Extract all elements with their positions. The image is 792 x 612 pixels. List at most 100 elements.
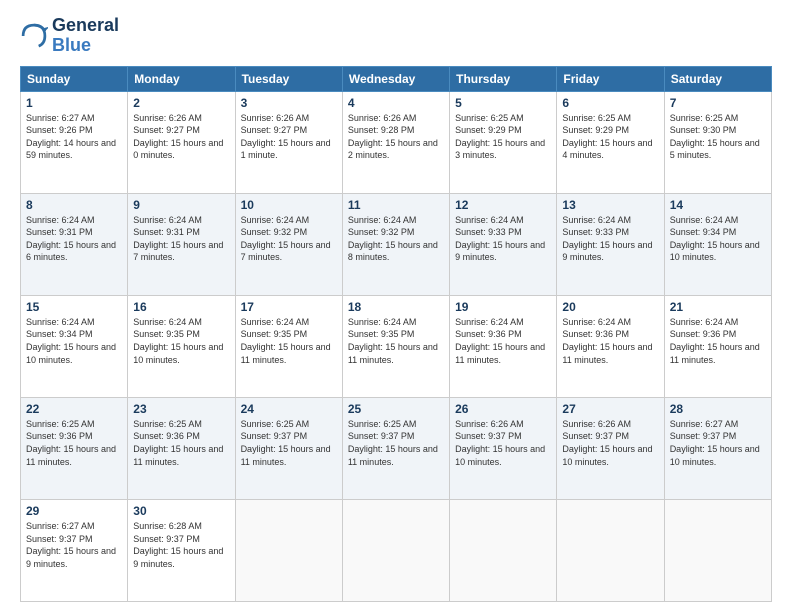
day-info: Sunrise: 6:24 AMSunset: 9:34 PMDaylight:… [26, 316, 122, 366]
calendar-cell: 20 Sunrise: 6:24 AMSunset: 9:36 PMDayligh… [557, 295, 664, 397]
day-number: 25 [348, 402, 444, 416]
calendar-cell: 6Sunrise: 6:25 AMSunset: 9:29 PMDaylight… [557, 91, 664, 193]
calendar-cell [450, 499, 557, 601]
day-number: 30 [133, 504, 229, 518]
day-number: 21 [670, 300, 766, 314]
calendar-cell: 5Sunrise: 6:25 AMSunset: 9:29 PMDaylight… [450, 91, 557, 193]
calendar-cell: 12 Sunrise: 6:24 AMSunset: 9:33 PMDayligh… [450, 193, 557, 295]
logo-text: General Blue [52, 16, 119, 56]
calendar-cell: 16 Sunrise: 6:24 AMSunset: 9:35 PMDayligh… [128, 295, 235, 397]
day-number: 20 [562, 300, 658, 314]
calendar-cell [557, 499, 664, 601]
day-number: 16 [133, 300, 229, 314]
calendar-header-row: SundayMondayTuesdayWednesdayThursdayFrid… [21, 66, 772, 91]
calendar-cell: 15 Sunrise: 6:24 AMSunset: 9:34 PMDayligh… [21, 295, 128, 397]
day-info: Sunrise: 6:24 AMSunset: 9:34 PMDaylight:… [670, 214, 766, 264]
day-info: Sunrise: 6:24 AMSunset: 9:33 PMDaylight:… [562, 214, 658, 264]
calendar-cell: 1 Sunrise: 6:27 AMSunset: 9:26 PMDaylight… [21, 91, 128, 193]
calendar-week-4: 22 Sunrise: 6:25 AMSunset: 9:36 PMDayligh… [21, 397, 772, 499]
logo-icon [20, 22, 48, 50]
calendar-cell: 9 Sunrise: 6:24 AMSunset: 9:31 PMDaylight… [128, 193, 235, 295]
day-info: Sunrise: 6:26 AMSunset: 9:27 PMDaylight:… [133, 112, 229, 162]
day-info: Sunrise: 6:26 AMSunset: 9:28 PMDaylight:… [348, 112, 444, 162]
day-info: Sunrise: 6:24 AMSunset: 9:36 PMDaylight:… [562, 316, 658, 366]
calendar-week-1: 1 Sunrise: 6:27 AMSunset: 9:26 PMDaylight… [21, 91, 772, 193]
calendar-header-wednesday: Wednesday [342, 66, 449, 91]
calendar-cell: 26Sunrise: 6:26 AMSunset: 9:37 PMDayligh… [450, 397, 557, 499]
day-info: Sunrise: 6:25 AMSunset: 9:36 PMDaylight:… [26, 418, 122, 468]
calendar-cell: 23 Sunrise: 6:25 AMSunset: 9:36 PMDayligh… [128, 397, 235, 499]
calendar-cell: 4 Sunrise: 6:26 AMSunset: 9:28 PMDaylight… [342, 91, 449, 193]
calendar-cell: 8 Sunrise: 6:24 AMSunset: 9:31 PMDaylight… [21, 193, 128, 295]
calendar-header-thursday: Thursday [450, 66, 557, 91]
calendar-week-5: 29 Sunrise: 6:27 AMSunset: 9:37 PMDayligh… [21, 499, 772, 601]
day-number: 22 [26, 402, 122, 416]
day-info: Sunrise: 6:24 AMSunset: 9:35 PMDaylight:… [133, 316, 229, 366]
day-number: 23 [133, 402, 229, 416]
day-number: 17 [241, 300, 337, 314]
day-info: Sunrise: 6:24 AMSunset: 9:31 PMDaylight:… [133, 214, 229, 264]
calendar-cell: 30 Sunrise: 6:28 AMSunset: 9:37 PMDayligh… [128, 499, 235, 601]
page: General Blue SundayMondayTuesdayWednesda… [0, 0, 792, 612]
day-info: Sunrise: 6:26 AMSunset: 9:37 PMDaylight:… [562, 418, 658, 468]
day-number: 8 [26, 198, 122, 212]
day-info: Sunrise: 6:26 AMSunset: 9:27 PMDaylight:… [241, 112, 337, 162]
calendar-cell: 3 Sunrise: 6:26 AMSunset: 9:27 PMDaylight… [235, 91, 342, 193]
calendar-body: 1 Sunrise: 6:27 AMSunset: 9:26 PMDaylight… [21, 91, 772, 601]
header: General Blue [20, 16, 772, 56]
day-number: 18 [348, 300, 444, 314]
day-number: 3 [241, 96, 337, 110]
calendar-header-sunday: Sunday [21, 66, 128, 91]
day-info: Sunrise: 6:24 AMSunset: 9:33 PMDaylight:… [455, 214, 551, 264]
day-number: 9 [133, 198, 229, 212]
calendar-cell: 27 Sunrise: 6:26 AMSunset: 9:37 PMDayligh… [557, 397, 664, 499]
day-info: Sunrise: 6:27 AMSunset: 9:37 PMDaylight:… [26, 520, 122, 570]
day-number: 14 [670, 198, 766, 212]
calendar-header-saturday: Saturday [664, 66, 771, 91]
calendar-cell: 19 Sunrise: 6:24 AMSunset: 9:36 PMDayligh… [450, 295, 557, 397]
day-info: Sunrise: 6:28 AMSunset: 9:37 PMDaylight:… [133, 520, 229, 570]
day-info: Sunrise: 6:25 AMSunset: 9:36 PMDaylight:… [133, 418, 229, 468]
calendar-cell: 7 Sunrise: 6:25 AMSunset: 9:30 PMDaylight… [664, 91, 771, 193]
calendar-cell: 21 Sunrise: 6:24 AMSunset: 9:36 PMDayligh… [664, 295, 771, 397]
day-info: Sunrise: 6:25 AMSunset: 9:37 PMDaylight:… [348, 418, 444, 468]
day-number: 4 [348, 96, 444, 110]
calendar-header-friday: Friday [557, 66, 664, 91]
calendar-cell: 29 Sunrise: 6:27 AMSunset: 9:37 PMDayligh… [21, 499, 128, 601]
calendar-cell: 22 Sunrise: 6:25 AMSunset: 9:36 PMDayligh… [21, 397, 128, 499]
day-info: Sunrise: 6:25 AMSunset: 9:30 PMDaylight:… [670, 112, 766, 162]
calendar-cell: 2 Sunrise: 6:26 AMSunset: 9:27 PMDaylight… [128, 91, 235, 193]
calendar-cell: 10Sunrise: 6:24 AMSunset: 9:32 PMDayligh… [235, 193, 342, 295]
day-info: Sunrise: 6:27 AMSunset: 9:37 PMDaylight:… [670, 418, 766, 468]
day-number: 24 [241, 402, 337, 416]
logo: General Blue [20, 16, 119, 56]
day-number: 2 [133, 96, 229, 110]
day-number: 28 [670, 402, 766, 416]
day-info: Sunrise: 6:24 AMSunset: 9:32 PMDaylight:… [241, 214, 337, 264]
calendar-cell: 13 Sunrise: 6:24 AMSunset: 9:33 PMDayligh… [557, 193, 664, 295]
day-number: 1 [26, 96, 122, 110]
day-info: Sunrise: 6:24 AMSunset: 9:35 PMDaylight:… [241, 316, 337, 366]
calendar-cell [342, 499, 449, 601]
calendar-cell: 14 Sunrise: 6:24 AMSunset: 9:34 PMDayligh… [664, 193, 771, 295]
day-number: 5 [455, 96, 551, 110]
calendar-week-2: 8 Sunrise: 6:24 AMSunset: 9:31 PMDaylight… [21, 193, 772, 295]
calendar-table: SundayMondayTuesdayWednesdayThursdayFrid… [20, 66, 772, 602]
day-info: Sunrise: 6:24 AMSunset: 9:36 PMDaylight:… [670, 316, 766, 366]
day-number: 13 [562, 198, 658, 212]
day-number: 11 [348, 198, 444, 212]
calendar-cell: 11 Sunrise: 6:24 AMSunset: 9:32 PMDayligh… [342, 193, 449, 295]
day-info: Sunrise: 6:24 AMSunset: 9:31 PMDaylight:… [26, 214, 122, 264]
day-info: Sunrise: 6:26 AMSunset: 9:37 PMDaylight:… [455, 418, 551, 468]
day-info: Sunrise: 6:24 AMSunset: 9:36 PMDaylight:… [455, 316, 551, 366]
calendar-cell: 18Sunrise: 6:24 AMSunset: 9:35 PMDayligh… [342, 295, 449, 397]
day-number: 19 [455, 300, 551, 314]
day-number: 15 [26, 300, 122, 314]
day-info: Sunrise: 6:24 AMSunset: 9:32 PMDaylight:… [348, 214, 444, 264]
day-number: 29 [26, 504, 122, 518]
day-number: 12 [455, 198, 551, 212]
day-info: Sunrise: 6:27 AMSunset: 9:26 PMDaylight:… [26, 112, 122, 162]
day-info: Sunrise: 6:25 AMSunset: 9:29 PMDaylight:… [562, 112, 658, 162]
day-number: 27 [562, 402, 658, 416]
day-number: 7 [670, 96, 766, 110]
